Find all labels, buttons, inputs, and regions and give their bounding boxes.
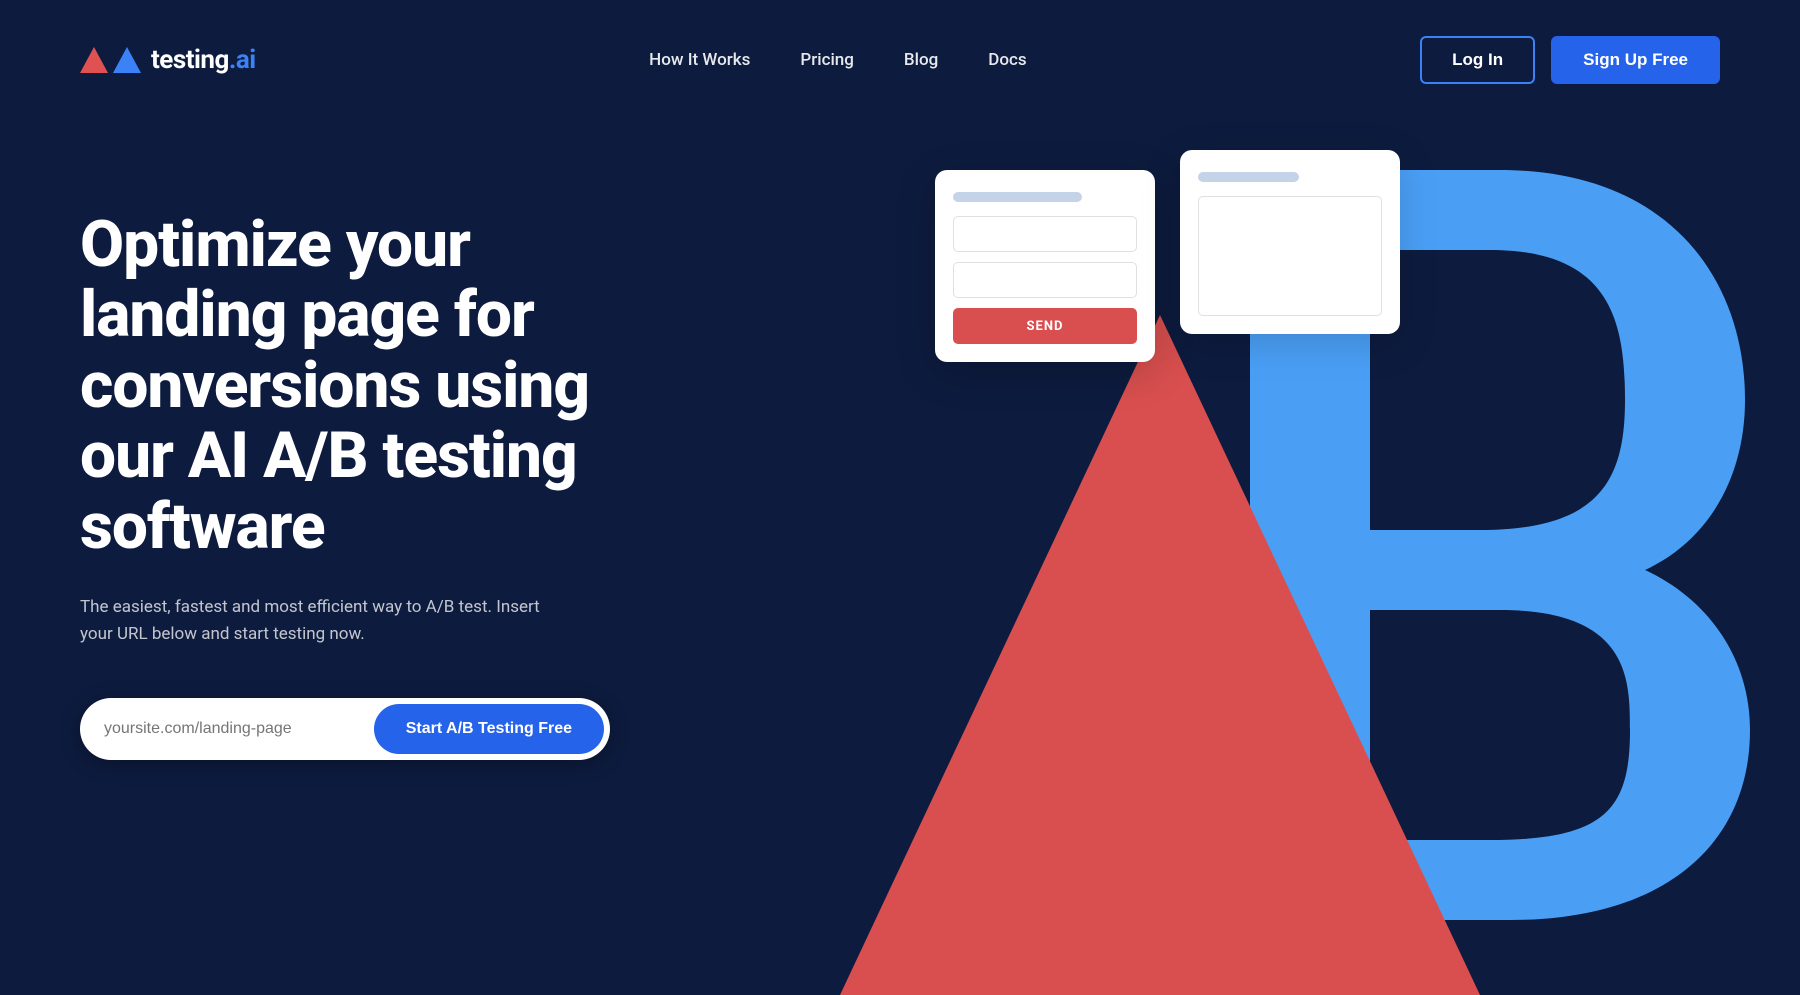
nav-docs[interactable]: Docs (988, 50, 1026, 70)
logo-text: testing.ai (151, 45, 256, 75)
card-b-bar (1198, 172, 1299, 182)
hero-input-group: Start A/B Testing Free (80, 698, 610, 760)
hero-title: Optimize your landing page for conversio… (80, 210, 660, 562)
signup-button[interactable]: Sign Up Free (1551, 36, 1720, 84)
navbar: testing.ai How It Works Pricing Blog Doc… (0, 0, 1800, 120)
card-a: SEND (935, 170, 1155, 362)
logo-triangle-a-icon (80, 47, 108, 73)
card-a-input-1 (953, 216, 1137, 252)
hero-subtitle: The easiest, fastest and most efficient … (80, 594, 560, 648)
card-a-input-2 (953, 262, 1137, 298)
logo[interactable]: testing.ai (80, 45, 256, 75)
login-button[interactable]: Log In (1420, 36, 1535, 84)
hero-content: Optimize your landing page for conversio… (80, 180, 660, 760)
url-input[interactable] (104, 720, 374, 738)
hero-section: Optimize your landing page for conversio… (0, 120, 1800, 995)
nav-links: How It Works Pricing Blog Docs (649, 50, 1026, 70)
red-triangle-shape (840, 315, 1480, 995)
card-b (1180, 150, 1400, 334)
card-a-send-btn: SEND (953, 308, 1137, 344)
card-a-bar (953, 192, 1082, 202)
nav-blog[interactable]: Blog (904, 50, 938, 70)
cta-button[interactable]: Start A/B Testing Free (374, 704, 604, 754)
card-b-content-area (1198, 196, 1382, 316)
logo-triangle-b-icon (113, 47, 141, 73)
logo-icon (80, 47, 141, 73)
nav-actions: Log In Sign Up Free (1420, 36, 1720, 84)
nav-pricing[interactable]: Pricing (800, 50, 854, 70)
hero-visual: SEND (750, 120, 1800, 995)
nav-how-it-works[interactable]: How It Works (649, 50, 750, 70)
